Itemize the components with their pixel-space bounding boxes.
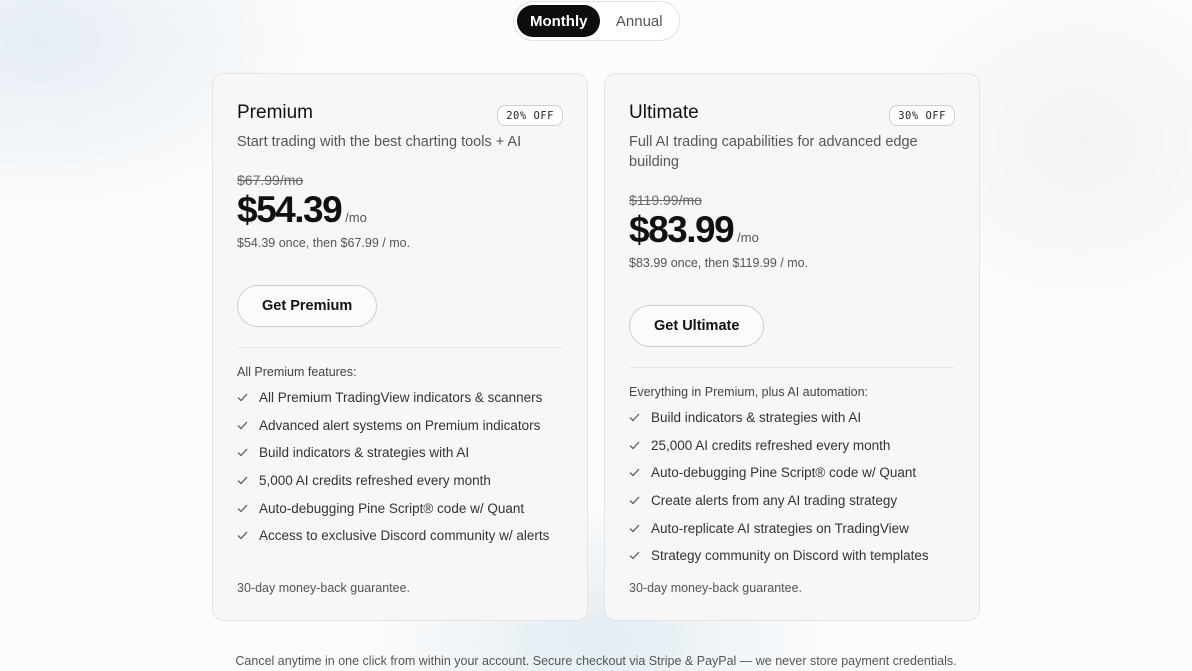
original-price: $119.99/mo xyxy=(629,192,702,208)
feature-text: Create alerts from any AI trading strate… xyxy=(651,493,898,509)
pricing-card-premium: Premium 20% OFF Start trading with the b… xyxy=(212,73,588,621)
feature-item: 5,000 AI credits refreshed every month xyxy=(237,467,549,495)
feature-list: Build indicators & strategies with AI 25… xyxy=(629,404,929,570)
feature-item: Strategy community on Discord with templ… xyxy=(629,542,929,570)
check-icon xyxy=(629,496,651,505)
check-icon xyxy=(237,421,259,430)
billing-period-toggle: Monthly Annual xyxy=(513,1,680,41)
check-icon xyxy=(629,524,651,533)
feature-text: Build indicators & strategies with AI xyxy=(259,445,470,461)
feature-list: All Premium TradingView indicators & sca… xyxy=(237,384,549,550)
plan-description: Start trading with the best charting too… xyxy=(237,134,522,150)
plan-description: Full AI trading capabilities for advance… xyxy=(629,134,918,170)
guarantee-text: 30-day money-back guarantee. xyxy=(237,581,411,595)
feature-item: All Premium TradingView indicators & sca… xyxy=(237,384,549,412)
feature-item: Auto-debugging Pine Script® code w/ Quan… xyxy=(237,494,549,522)
feature-text: Advanced alert systems on Premium indica… xyxy=(259,417,541,433)
discount-badge: 30% OFF xyxy=(889,105,955,126)
checkout-footer-note: Cancel anytime in one click from within … xyxy=(235,654,957,668)
price-period: /mo xyxy=(345,210,367,225)
price-block: $67.99/mo $54.39 /mo $54.39 once, then $… xyxy=(237,172,410,250)
plan-title: Premium xyxy=(237,102,314,123)
divider xyxy=(237,347,563,348)
check-icon xyxy=(629,551,651,560)
feature-text: Auto-debugging Pine Script® code w/ Quan… xyxy=(259,500,525,516)
page-background xyxy=(0,0,1192,671)
pricing-card-ultimate: Ultimate 30% OFF Full AI trading capabil… xyxy=(604,73,980,621)
price-period: /mo xyxy=(737,230,759,245)
check-icon xyxy=(237,393,259,402)
feature-item: 25,000 AI credits refreshed every month xyxy=(629,432,929,460)
feature-text: Build indicators & strategies with AI xyxy=(651,410,862,426)
feature-text: Auto-debugging Pine Script® code w/ Quan… xyxy=(651,465,917,481)
check-icon xyxy=(237,448,259,457)
feature-item: Auto-replicate AI strategies on TradingV… xyxy=(629,514,929,542)
guarantee-text: 30-day money-back guarantee. xyxy=(629,581,803,595)
feature-item: Access to exclusive Discord community w/… xyxy=(237,522,549,550)
discount-badge: 20% OFF xyxy=(497,105,563,126)
feature-item: Build indicators & strategies with AI xyxy=(237,439,549,467)
get-premium-button[interactable]: Get Premium xyxy=(237,285,378,327)
feature-text: 5,000 AI credits refreshed every month xyxy=(259,473,491,489)
get-ultimate-button[interactable]: Get Ultimate xyxy=(629,305,765,347)
feature-text: All Premium TradingView indicators & sca… xyxy=(259,390,543,406)
feature-text: Strategy community on Discord with templ… xyxy=(651,548,929,564)
check-icon xyxy=(629,468,651,477)
check-icon xyxy=(629,413,651,422)
feature-item: Advanced alert systems on Premium indica… xyxy=(237,412,549,440)
current-price: $83.99 xyxy=(629,209,735,250)
feature-item: Create alerts from any AI trading strate… xyxy=(629,487,929,515)
annual-toggle-button[interactable]: Annual xyxy=(602,5,676,37)
plan-title: Ultimate xyxy=(629,102,699,123)
features-heading: All Premium features: xyxy=(237,365,357,379)
feature-text: 25,000 AI credits refreshed every month xyxy=(651,437,891,453)
monthly-toggle-button[interactable]: Monthly xyxy=(517,5,601,37)
check-icon xyxy=(237,504,259,513)
price-block: $119.99/mo $83.99 /mo $83.99 once, then … xyxy=(629,192,808,270)
feature-item: Auto-debugging Pine Script® code w/ Quan… xyxy=(629,459,929,487)
check-icon xyxy=(629,441,651,450)
price-note: $83.99 once, then $119.99 / mo. xyxy=(629,256,809,270)
check-icon xyxy=(237,476,259,485)
feature-text: Access to exclusive Discord community w/… xyxy=(259,528,550,544)
divider xyxy=(629,367,955,368)
feature-text: Auto-replicate AI strategies on TradingV… xyxy=(651,520,909,536)
check-icon xyxy=(237,531,259,540)
original-price: $67.99/mo xyxy=(237,172,304,188)
price-note: $54.39 once, then $67.99 / mo. xyxy=(237,236,411,250)
current-price: $54.39 xyxy=(237,189,343,230)
feature-item: Build indicators & strategies with AI xyxy=(629,404,929,432)
features-heading: Everything in Premium, plus AI automatio… xyxy=(629,385,869,399)
